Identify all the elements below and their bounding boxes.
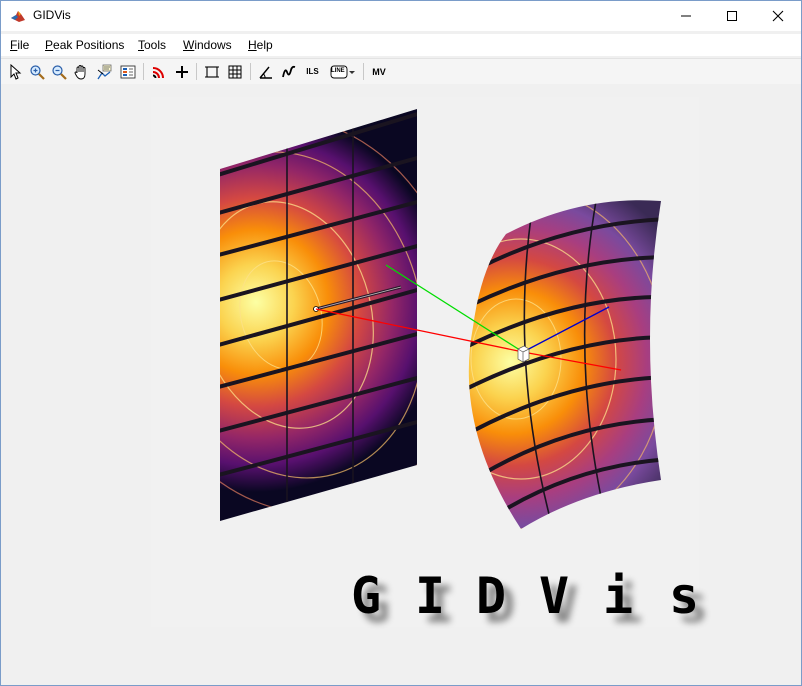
menu-tools[interactable]: Tools: [138, 38, 166, 52]
grid-button[interactable]: [225, 62, 244, 81]
minimize-icon: [681, 15, 691, 17]
select-arrow-icon: [10, 63, 21, 80]
toolbar-separator: [143, 63, 144, 80]
zoom-out-button[interactable]: [49, 62, 68, 81]
colorbar-icon: [120, 65, 135, 78]
zoom-in-button[interactable]: [27, 62, 46, 81]
data-cursor-icon: [96, 64, 111, 79]
menu-file[interactable]: File: [10, 38, 29, 52]
toolbar-separator: [196, 63, 197, 80]
zoom-in-icon: [29, 64, 45, 80]
toolbar-separator: [250, 63, 251, 80]
select-button[interactable]: [5, 62, 24, 81]
menu-windows[interactable]: Windows: [183, 38, 232, 52]
gidvis-window: GIDVis File Peak Positions Tools Windows…: [0, 0, 802, 686]
pan-hand-icon: [74, 64, 85, 79]
grid-icon: [228, 65, 241, 78]
chevron-down-icon: [349, 70, 355, 74]
line-dropdown-button[interactable]: LINE: [327, 62, 359, 81]
crosshair-plus-icon: [175, 65, 188, 78]
line-profile-button[interactable]: [279, 62, 298, 81]
ils-button[interactable]: ILS: [303, 62, 322, 81]
box-select-button[interactable]: [202, 62, 221, 81]
maximize-icon: [727, 11, 737, 21]
data-cursor-button[interactable]: [94, 62, 113, 81]
pan-button[interactable]: [71, 62, 90, 81]
ring-overlay-button[interactable]: [149, 62, 168, 81]
menu-bar: File Peak Positions Tools Windows Help: [1, 34, 801, 56]
figure-canvas-area: G I D V i s: [1, 84, 801, 685]
mv-button[interactable]: MV: [369, 62, 389, 81]
maximize-button[interactable]: [709, 1, 755, 31]
figure-axes[interactable]: G I D V i s: [151, 97, 699, 627]
angle-measure-button[interactable]: [256, 62, 275, 81]
close-button[interactable]: [755, 1, 801, 31]
matlab-icon: [10, 8, 26, 24]
toolbar: ILS LINE MV: [1, 58, 801, 85]
gid-3d-scene[interactable]: [151, 97, 699, 627]
gidvis-logo: G I D V i s: [351, 567, 700, 625]
zoom-out-icon: [51, 64, 67, 80]
menu-peak-positions[interactable]: Peak Positions: [45, 38, 124, 52]
close-icon: [772, 10, 784, 22]
colorbar-button[interactable]: [118, 62, 137, 81]
window-title: GIDVis: [33, 8, 71, 22]
menu-help[interactable]: Help: [248, 38, 273, 52]
crosshair-button[interactable]: [172, 62, 191, 81]
minimize-button[interactable]: [663, 1, 709, 31]
box-select-icon: [204, 65, 219, 78]
toolbar-separator: [363, 63, 364, 80]
detector-image-flat: [220, 109, 417, 521]
angle-measure-icon: [258, 66, 272, 79]
ring-overlay-icon: [152, 66, 164, 78]
title-bar[interactable]: GIDVis: [1, 1, 801, 31]
line-profile-icon: [281, 65, 295, 77]
